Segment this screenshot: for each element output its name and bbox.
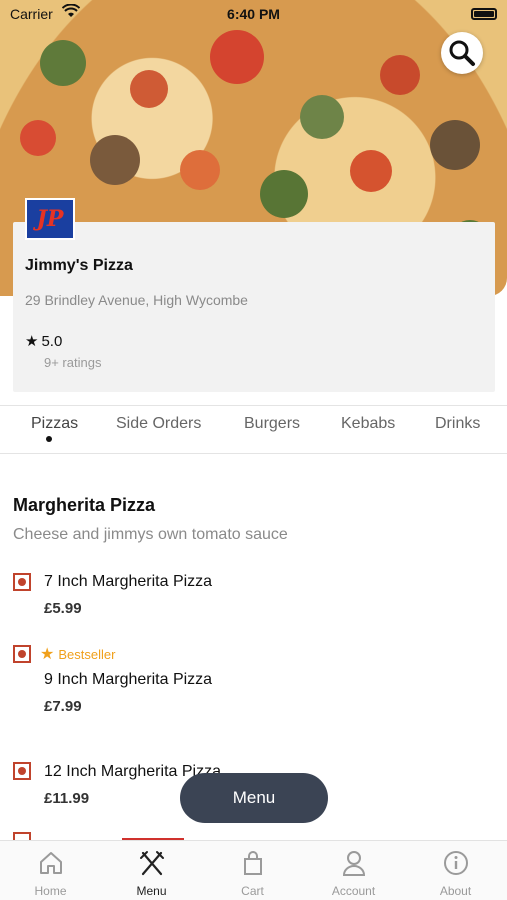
menu-button[interactable]: Menu	[180, 773, 328, 823]
menu-item-name[interactable]: 7 Inch Margherita Pizza	[44, 573, 212, 591]
person-icon	[342, 851, 365, 876]
info-icon	[443, 851, 468, 875]
rating-count: 9+ ratings	[44, 355, 102, 370]
star-icon: ★	[25, 333, 39, 350]
menu-item-price: £5.99	[44, 600, 82, 617]
menu-item-name[interactable]: 9 Inch Margherita Pizza	[44, 671, 212, 689]
active-tab-indicator	[46, 436, 52, 442]
restaurant-logo: JP	[25, 198, 75, 240]
bestseller-badge: ★ Bestseller	[40, 644, 115, 664]
nav-home[interactable]: Home	[0, 841, 101, 900]
search-button[interactable]	[441, 32, 483, 74]
nav-about[interactable]: About	[405, 841, 506, 900]
logo-text: JP	[36, 206, 64, 232]
nav-account[interactable]: Account	[303, 841, 404, 900]
fork-knife-icon	[139, 851, 164, 876]
veg-indicator-icon	[13, 832, 31, 840]
status-bar: Carrier 6:40 PM	[0, 0, 507, 28]
menu-item-price: £7.99	[44, 698, 82, 715]
veg-indicator-icon	[13, 645, 31, 663]
home-icon	[39, 852, 62, 874]
bestseller-label: Bestseller	[58, 646, 116, 662]
tab-burgers[interactable]: Burgers	[244, 415, 300, 433]
rating-value: 5.0	[41, 332, 63, 350]
veg-indicator-icon	[13, 762, 31, 780]
veg-indicator-icon	[13, 573, 31, 591]
section-title: Margherita Pizza	[13, 495, 156, 515]
bag-icon	[243, 851, 262, 875]
tab-kebabs[interactable]: Kebabs	[341, 415, 395, 433]
tab-drinks[interactable]: Drinks	[435, 415, 480, 433]
category-tabs: Pizzas Side Orders Burgers Kebabs Drinks	[0, 405, 507, 454]
nav-account-label: Account	[331, 884, 376, 898]
menu-item-price: £11.99	[44, 790, 90, 807]
restaurant-address: 29 Brindley Avenue, High Wycombe	[25, 292, 248, 308]
tab-side-orders[interactable]: Side Orders	[116, 415, 201, 433]
restaurant-name: Jimmy's Pizza	[25, 257, 133, 274]
section-description: Cheese and jimmys own tomato sauce	[13, 526, 288, 543]
nav-menu-label: Menu	[136, 884, 167, 898]
search-icon	[449, 40, 475, 66]
nav-about-label: About	[439, 884, 472, 898]
nav-home-label: Home	[34, 884, 67, 898]
clock: 6:40 PM	[227, 6, 280, 22]
nav-cart[interactable]: Cart	[202, 841, 303, 900]
star-icon: ★	[40, 646, 55, 663]
nav-menu[interactable]: Menu	[101, 841, 202, 900]
tab-pizzas[interactable]: Pizzas	[31, 415, 78, 433]
nav-cart-label: Cart	[241, 884, 264, 898]
bottom-nav: Home Menu Cart Account About	[0, 840, 507, 900]
rating: ★ 5.0	[25, 332, 63, 351]
battery-icon	[471, 8, 497, 20]
